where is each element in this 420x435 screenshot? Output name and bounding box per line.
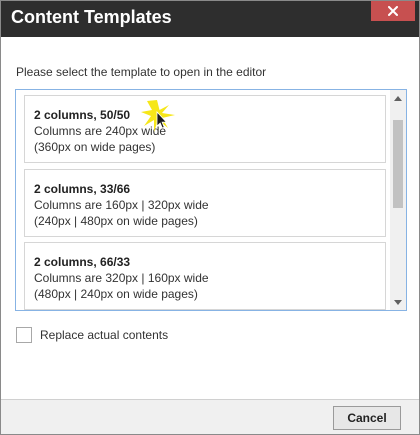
replace-contents-checkbox[interactable]	[16, 327, 32, 343]
dialog-title: Content Templates	[11, 7, 172, 27]
content-templates-dialog: Content Templates Please select the temp…	[0, 0, 420, 435]
scroll-up-button[interactable]	[390, 90, 406, 106]
close-icon	[388, 6, 398, 16]
template-item-50-50[interactable]: 2 columns, 50/50 Columns are 240px wide …	[24, 95, 386, 163]
scroll-down-arrow-icon	[394, 299, 402, 305]
replace-contents-label: Replace actual contents	[40, 328, 169, 342]
template-item-33-66[interactable]: 2 columns, 33/66 Columns are 160px | 320…	[24, 169, 386, 237]
template-name: 2 columns, 33/66	[34, 182, 131, 196]
template-list-viewport: 2 columns, 50/50 Columns are 240px wide …	[16, 90, 390, 310]
template-description: Columns are 160px | 320px wide	[34, 198, 209, 212]
cancel-button[interactable]: Cancel	[333, 406, 401, 430]
template-list-scrollbar[interactable]	[390, 90, 406, 310]
template-description-wide: (480px | 240px on wide pages)	[34, 287, 198, 301]
scroll-down-button[interactable]	[390, 294, 406, 310]
instruction-text: Please select the template to open in th…	[16, 65, 267, 79]
replace-contents-option[interactable]: Replace actual contents	[16, 326, 168, 344]
template-list: 2 columns, 50/50 Columns are 240px wide …	[15, 89, 407, 311]
template-description-wide: (240px | 480px on wide pages)	[34, 214, 198, 228]
template-name: 2 columns, 66/33	[34, 255, 131, 269]
scroll-up-arrow-icon	[394, 95, 402, 101]
template-description: Columns are 240px wide	[34, 124, 167, 138]
template-name: 2 columns, 50/50	[34, 108, 131, 122]
scroll-thumb[interactable]	[393, 120, 403, 208]
dialog-footer: Cancel	[1, 399, 419, 434]
close-button[interactable]	[371, 1, 415, 21]
template-item-66-33[interactable]: 2 columns, 66/33 Columns are 320px | 160…	[24, 242, 386, 310]
dialog-titlebar: Content Templates	[1, 1, 419, 37]
template-description-wide: (360px on wide pages)	[34, 140, 156, 154]
template-description: Columns are 320px | 160px wide	[34, 271, 209, 285]
